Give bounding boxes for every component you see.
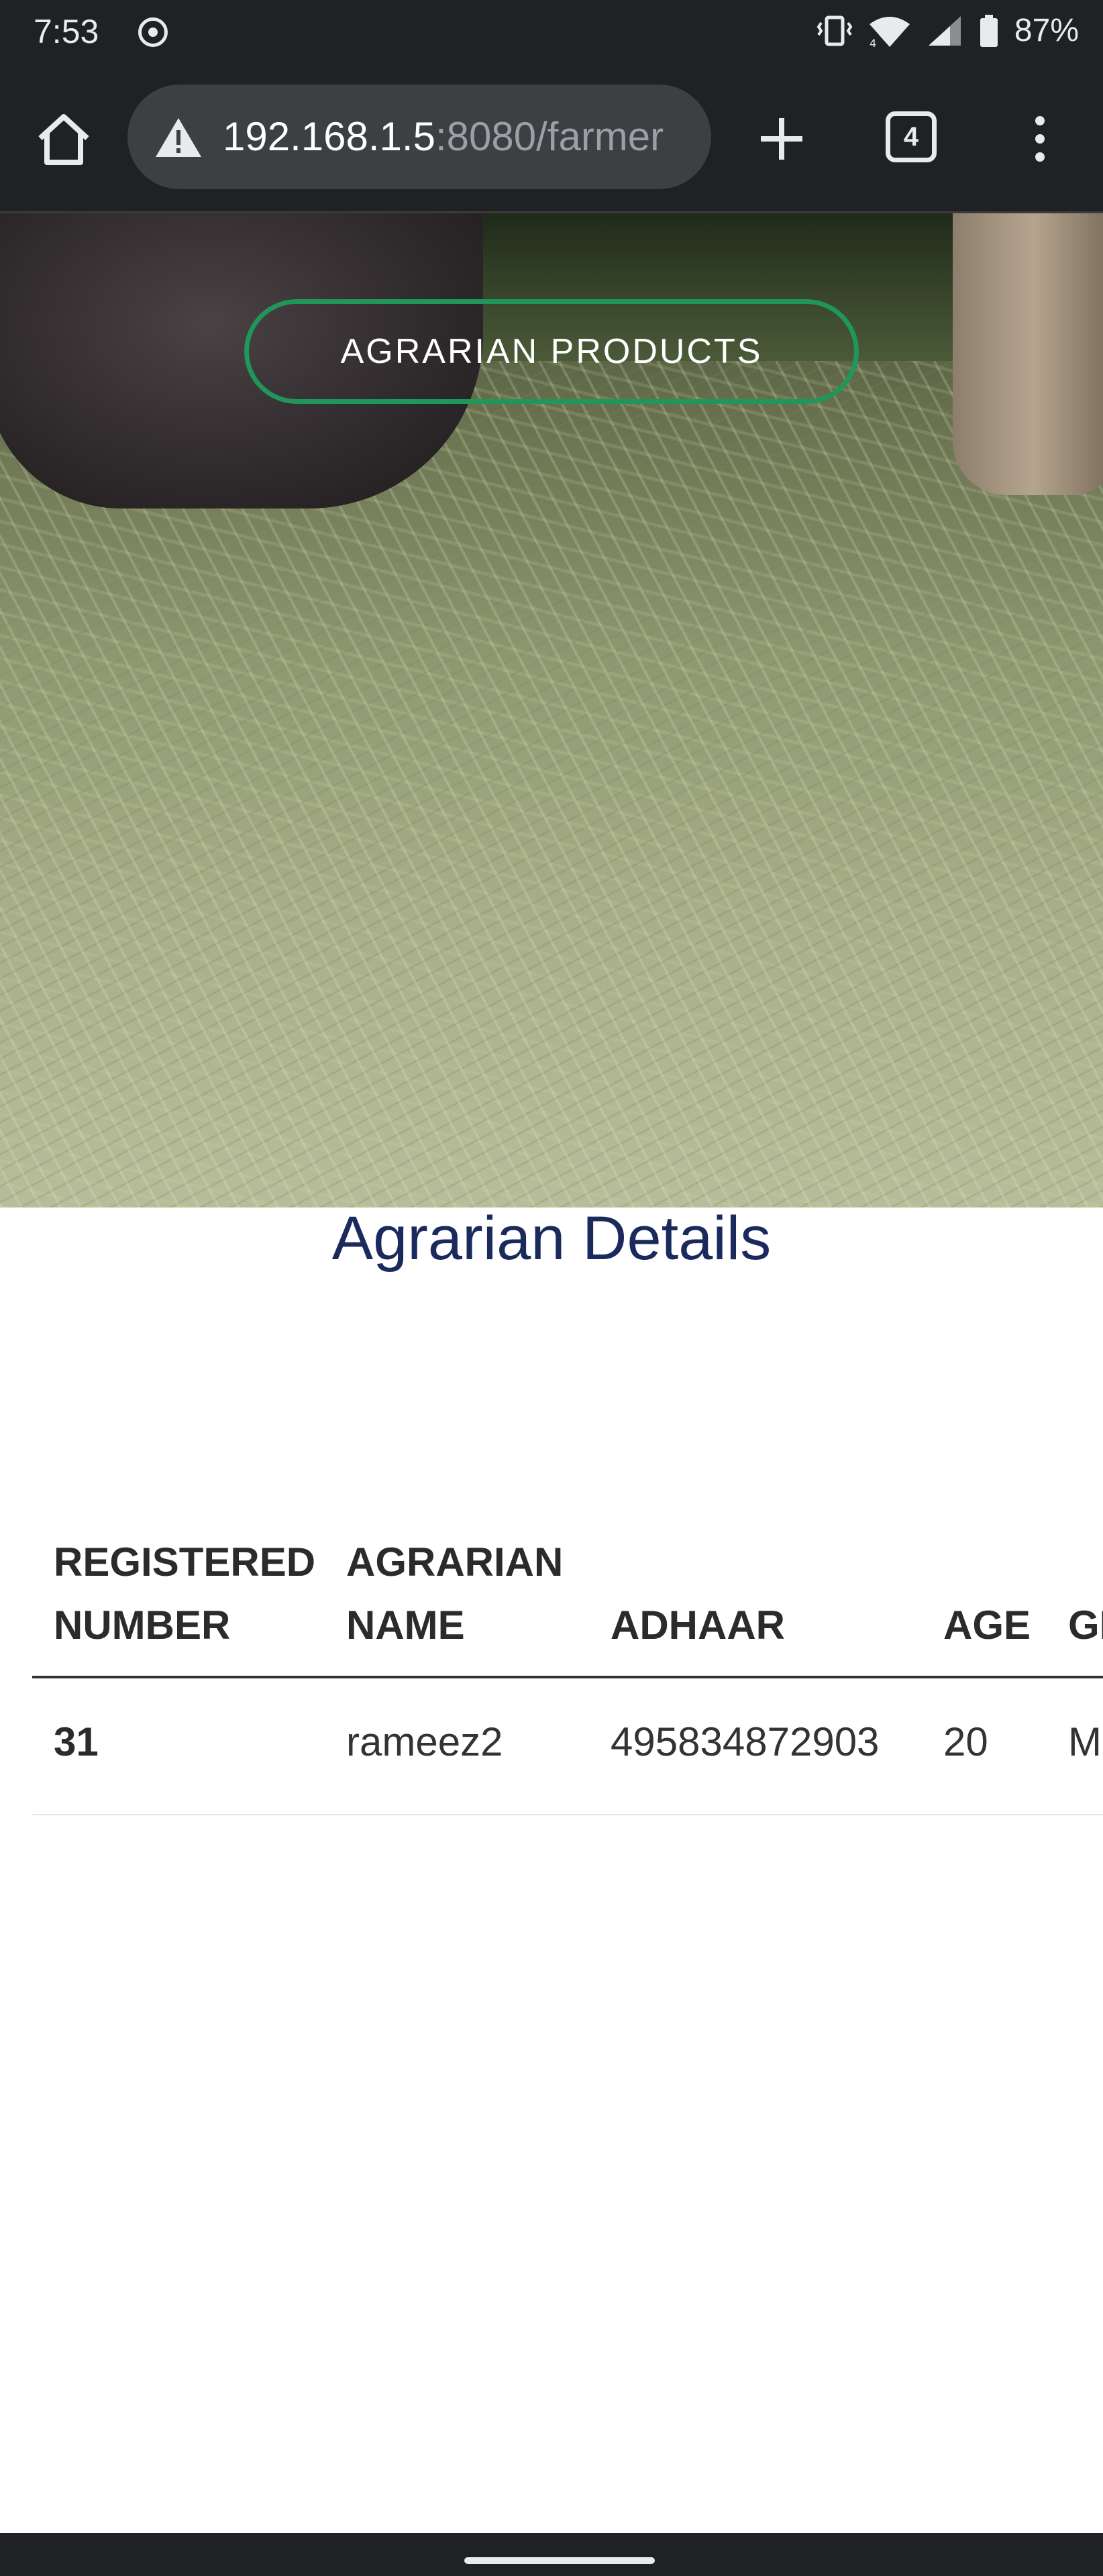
column-header-gender: GE [1068,1603,1103,1648]
cell-adhaar: 495834872903 [611,1719,880,1764]
url-path: :8080/farmer [435,114,664,159]
cell-name: rameez2 [346,1719,503,1764]
svg-text:4: 4 [870,37,876,48]
hero-animal-leg [953,213,1103,495]
home-gesture-handle[interactable] [464,2557,655,2564]
column-header-adhaar: ADHAAR [611,1603,785,1648]
gesture-nav-bar [0,2533,1103,2576]
column-header-registered-line1: REGISTERED [54,1540,316,1585]
new-tab-icon[interactable] [751,109,812,169]
agrarian-products-button[interactable]: AGRARIAN PRODUCTS [244,299,859,404]
column-header-age: AGE [943,1603,1031,1648]
status-bar: 7:53 4 87% [0,0,1103,67]
screen-record-icon [138,17,168,47]
cell-gender: M [1068,1719,1102,1764]
address-bar[interactable]: 192.168.1.5:8080/farmer [127,85,711,189]
battery-icon [980,14,998,47]
status-time: 7:53 [34,13,99,50]
battery-percent: 87% [1014,13,1079,48]
page-title: Agrarian Details [331,1204,772,1273]
browser-toolbar: 192.168.1.5:8080/farmer 4 [0,67,1103,213]
home-icon[interactable] [34,109,94,169]
tab-switcher-button[interactable]: 4 [886,111,937,162]
agrarian-table: REGISTERED NUMBER AGRARIAN NAME ADHAAR A… [32,1523,1103,1818]
signal-icon [928,15,961,46]
warning-icon[interactable] [154,117,203,158]
table-row: 31 rameez2 495834872903 20 M [32,1678,1103,1815]
table-header: REGISTERED NUMBER AGRARIAN NAME ADHAAR A… [32,1523,1103,1678]
status-icons: 4 87% [816,12,1079,49]
url-host: 192.168.1.5 [223,114,435,159]
screen: 7:53 4 87% 192.168.1.5:8080/farmer 4 AGR… [0,0,1103,2576]
cell-registered-number: 31 [54,1719,99,1764]
vibrate-icon [817,15,853,46]
column-header-registered-line2: NUMBER [54,1603,231,1648]
more-options-icon[interactable] [1020,109,1060,169]
cell-age: 20 [943,1719,988,1764]
column-header-name-line2: NAME [346,1603,465,1648]
url-text: 192.168.1.5:8080/farmer [223,113,664,160]
column-header-name-line1: AGRARIAN [346,1540,564,1585]
hero-banner: AGRARIAN PRODUCTS [0,213,1103,1208]
wifi-icon: 4 [869,16,910,48]
